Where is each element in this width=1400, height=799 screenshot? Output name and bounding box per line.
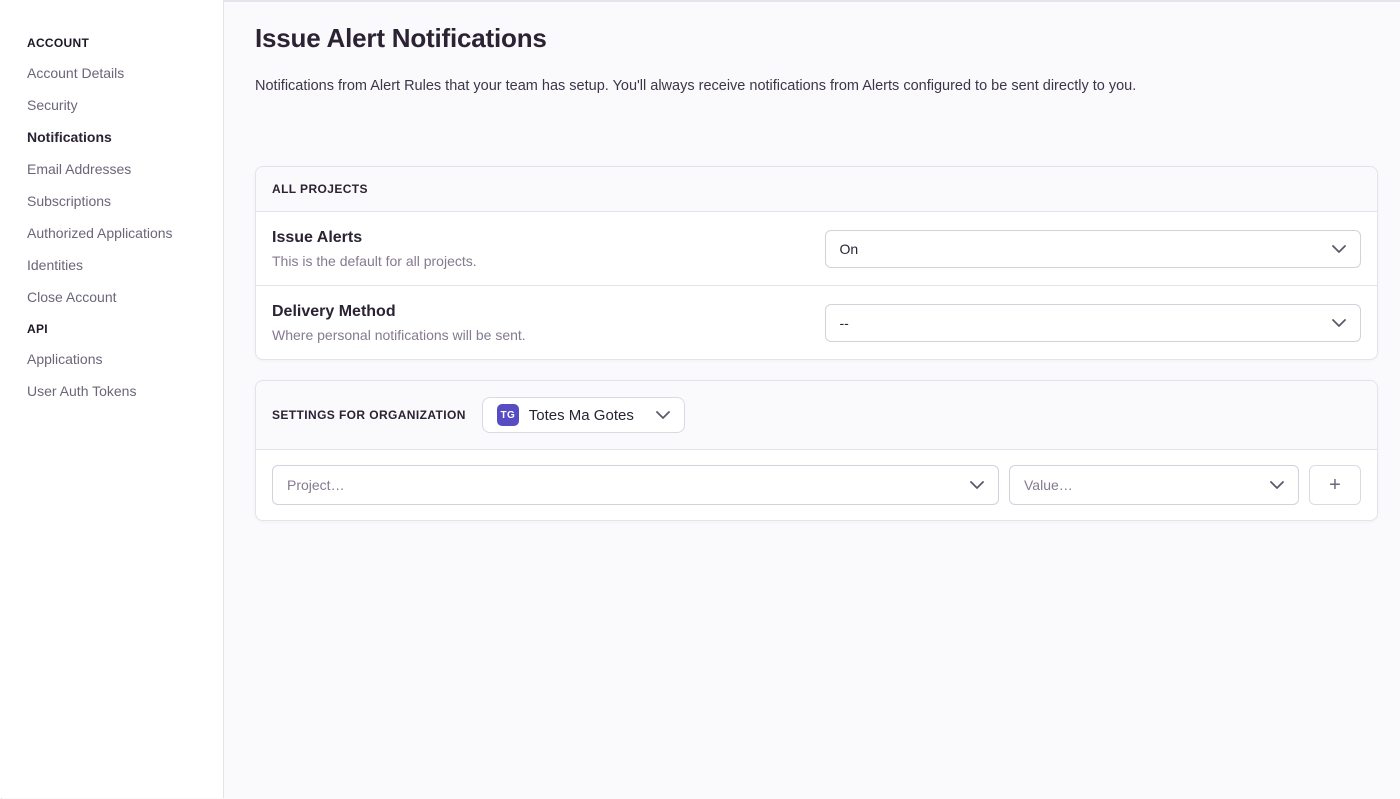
delivery-method-select-value: -- [840, 315, 849, 331]
delivery-method-field-info: Delivery Method Where personal notificat… [256, 286, 817, 359]
issue-alerts-field-info: Issue Alerts This is the default for all… [256, 212, 817, 285]
notifications-settings-page: Issue Alert Notifications Notifications … [226, 2, 1400, 521]
issue-alerts-label: Issue Alerts [272, 229, 809, 247]
sidebar-item-account-details[interactable]: Account Details [27, 66, 223, 80]
delivery-method-row: Delivery Method Where personal notificat… [256, 286, 1377, 359]
add-project-override-button[interactable]: + [1309, 465, 1361, 505]
chevron-down-icon [1270, 481, 1284, 489]
sidebar-item-user-auth-tokens[interactable]: User Auth Tokens [27, 384, 223, 398]
sidebar-item-email-addresses[interactable]: Email Addresses [27, 162, 223, 176]
sidebar-section-account: ACCOUNT Account Details Security Notific… [27, 36, 223, 304]
delivery-method-help: Where personal notifications will be sen… [272, 327, 809, 343]
chevron-down-icon [1332, 319, 1346, 327]
sidebar-header-account: ACCOUNT [27, 36, 223, 50]
sidebar-section-api: API Applications User Auth Tokens [27, 322, 223, 398]
delivery-method-select[interactable]: -- [825, 304, 1362, 342]
chevron-down-icon [656, 411, 670, 419]
sidebar-item-applications[interactable]: Applications [27, 352, 223, 366]
page-description: Notifications from Alert Rules that your… [255, 78, 1378, 94]
delivery-method-field-control: -- [817, 286, 1378, 359]
sidebar-item-authorized-applications[interactable]: Authorized Applications [27, 226, 223, 240]
plus-icon: + [1329, 475, 1341, 495]
value-select[interactable]: Value… [1009, 465, 1299, 505]
value-select-placeholder: Value… [1024, 477, 1073, 493]
page-title: Issue Alert Notifications [255, 23, 1378, 54]
issue-alerts-select[interactable]: On [825, 230, 1362, 268]
sidebar-header-api: API [27, 322, 223, 336]
sidebar-item-security[interactable]: Security [27, 98, 223, 112]
issue-alerts-row: Issue Alerts This is the default for all… [256, 212, 1377, 286]
organization-name: Totes Ma Gotes [529, 407, 634, 424]
issue-alerts-field-control: On [817, 212, 1378, 285]
organization-panel-header: SETTINGS FOR ORGANIZATION TG Totes Ma Go… [256, 381, 1377, 450]
organization-avatar: TG [497, 404, 519, 426]
settings-for-organization-label: SETTINGS FOR ORGANIZATION [272, 408, 466, 422]
issue-alerts-select-value: On [840, 241, 859, 257]
sidebar-item-identities[interactable]: Identities [27, 258, 223, 272]
project-select[interactable]: Project… [272, 465, 999, 505]
sidebar-item-subscriptions[interactable]: Subscriptions [27, 194, 223, 208]
issue-alerts-help: This is the default for all projects. [272, 253, 809, 269]
delivery-method-label: Delivery Method [272, 303, 809, 321]
project-select-placeholder: Project… [287, 477, 345, 493]
settings-sidebar: ACCOUNT Account Details Security Notific… [0, 0, 224, 798]
all-projects-panel: ALL PROJECTS Issue Alerts This is the de… [255, 166, 1378, 360]
organization-switcher[interactable]: TG Totes Ma Gotes [482, 397, 685, 433]
chevron-down-icon [970, 481, 984, 489]
sidebar-item-close-account[interactable]: Close Account [27, 290, 223, 304]
project-filter-row: Project… Value… + [256, 450, 1377, 520]
all-projects-panel-header: ALL PROJECTS [256, 167, 1377, 212]
organization-settings-panel: SETTINGS FOR ORGANIZATION TG Totes Ma Go… [255, 380, 1378, 521]
sidebar-item-notifications[interactable]: Notifications [27, 130, 223, 144]
chevron-down-icon [1332, 245, 1346, 253]
